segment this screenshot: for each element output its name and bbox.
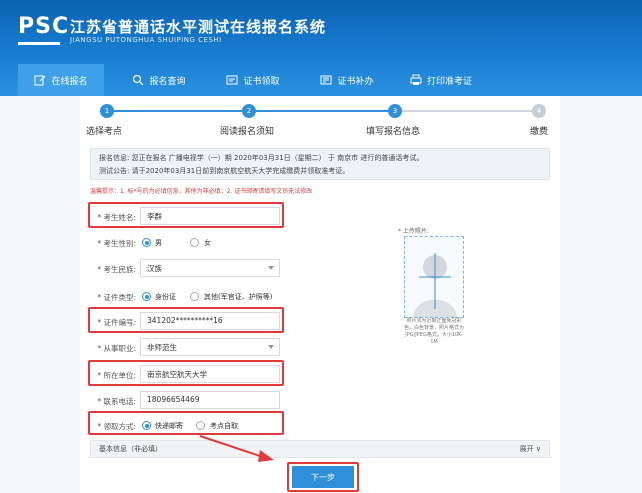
certificate-icon xyxy=(226,75,238,85)
step-connector xyxy=(108,110,248,112)
nav-label: 证书领取 xyxy=(243,76,280,87)
highlight-box xyxy=(88,202,284,228)
basic-info-section[interactable]: 基本信息（非必填） 展开 ∨ xyxy=(90,440,550,458)
info-line-2: 测试公告: 请于2020年03月31日前到南京航空航天大学完成缴费并领取准考证。 xyxy=(99,167,350,175)
registration-info: 报名信息: 您正在报名 广播电视学（一）期 2020年03月31日（星期二） 于… xyxy=(90,148,550,180)
basic-info-label: 基本信息（非必填） xyxy=(99,445,162,453)
highlight-box xyxy=(88,360,284,386)
arrow-annotation-icon xyxy=(199,435,274,462)
step-1-dot: 1 xyxy=(100,104,114,118)
header: PSC 江苏省普通话水平测试在线报名系统 JIANGSU PUTONGHUA S… xyxy=(0,0,642,96)
system-subtitle: JIANGSU PUTONGHUA SHUIPING CESHI xyxy=(70,36,222,44)
gender-female-label: 女 xyxy=(204,239,211,247)
step-1-label: 选择考点 xyxy=(86,127,123,137)
printer-icon xyxy=(410,74,422,85)
chevron-down-icon xyxy=(268,266,274,270)
id-type-idcard-label: 身份证 xyxy=(155,293,176,301)
step-3-dot: 3 xyxy=(388,104,402,118)
system-title: 江苏省普通话水平测试在线报名系统 xyxy=(70,18,327,36)
search-icon xyxy=(133,74,144,86)
nav-label: 在线报名 xyxy=(51,76,88,87)
step-2-dot: 2 xyxy=(242,104,256,118)
expand-toggle[interactable]: 展开 ∨ xyxy=(520,444,541,454)
psc-logo: PSC xyxy=(18,14,70,39)
step-3-label: 填写报名信息 xyxy=(366,127,421,137)
photo-tip: 照片须为近期正面免冠彩色，白色背景，照片格式为JPG/JPEG格式，大小10K-… xyxy=(404,318,465,345)
phone-label: * 联系电话: xyxy=(97,397,136,406)
nav-label: 证书补办 xyxy=(337,76,374,87)
highlight-box xyxy=(88,307,284,333)
nav-certificate-reissue[interactable]: 证书补办 xyxy=(304,64,390,96)
nav-registration-query[interactable]: 报名查询 xyxy=(116,64,202,96)
logo-underline xyxy=(18,42,60,45)
nav-certificate-pickup[interactable]: 证书领取 xyxy=(210,64,296,96)
id-type-label: * 证件类型: xyxy=(97,293,136,302)
progress-steps: 1 选择考点 2 阅读报名须知 3 填写报名信息 4 缴费 xyxy=(80,102,560,142)
chevron-down-icon xyxy=(268,345,274,349)
ethnicity-value: 汉族 xyxy=(147,264,162,273)
phone-input[interactable]: 18096654469 xyxy=(140,391,280,409)
step-connector xyxy=(256,110,396,112)
photo-upload[interactable] xyxy=(404,236,464,318)
step-4-dot: 4 xyxy=(532,104,546,118)
id-type-other-label: 其他(军官证、护照等) xyxy=(204,293,273,301)
id-type-other-radio[interactable] xyxy=(190,292,199,301)
ethnicity-label: * 考生民族: xyxy=(97,265,136,274)
step-4-label: 缴费 xyxy=(530,127,549,137)
nav-label: 报名查询 xyxy=(149,76,186,87)
gender-male-radio[interactable] xyxy=(142,238,151,247)
nav-print-admission[interactable]: 打印准考证 xyxy=(398,64,484,96)
edit-icon xyxy=(34,75,46,86)
info-line-1: 报名信息: 您正在报名 广播电视学（一）期 2020年03月31日（星期二） 于… xyxy=(99,154,424,162)
step-connector xyxy=(402,110,540,112)
main-nav: 在线报名 报名查询 证书领取 证书补办 打印准考证 xyxy=(18,64,624,96)
avatar-placeholder-icon xyxy=(413,253,457,317)
nav-online-registration[interactable]: 在线报名 xyxy=(18,64,104,96)
occupation-value: 非师范生 xyxy=(147,343,177,352)
id-type-idcard-radio[interactable] xyxy=(142,292,151,301)
photo-label: * 上传照片: xyxy=(398,228,429,235)
step-2-label: 阅读报名须知 xyxy=(220,127,275,137)
warm-notice: 温馨提示：1. 标*号的为必填信息，其他为非必填；2. 证书邮寄请填写文员无法修… xyxy=(90,188,313,195)
reissue-icon xyxy=(320,75,332,85)
occupation-select[interactable]: 非师范生 xyxy=(140,338,280,356)
next-step-button[interactable]: 下一步 xyxy=(292,466,354,488)
occupation-label: * 从事职业: xyxy=(97,344,136,353)
nav-label: 打印准考证 xyxy=(426,76,472,87)
gender-label: * 考生性别: xyxy=(97,239,136,248)
gender-female-radio[interactable] xyxy=(190,238,199,247)
gender-male-label: 男 xyxy=(155,239,162,247)
ethnicity-select[interactable]: 汉族 xyxy=(140,259,280,277)
